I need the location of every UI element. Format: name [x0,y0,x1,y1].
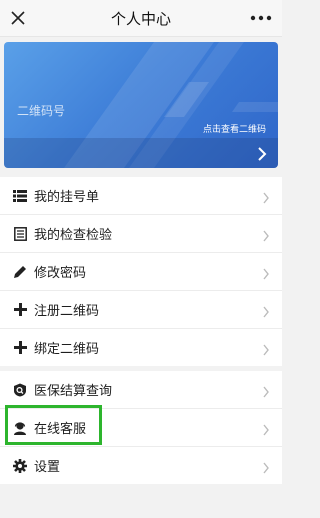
qr-code-number-label: 二维码号 [17,104,66,118]
plus-icon [12,302,28,318]
card-footer-strip [4,138,278,168]
chevron-right-icon [262,303,270,318]
more-icon[interactable] [248,8,274,28]
list-icon [12,188,28,204]
menu-item-label: 修改密码 [34,266,87,281]
pencil-icon [12,264,28,280]
chevron-right-icon [262,383,270,398]
close-icon[interactable] [8,8,28,28]
menu-item-examinations[interactable]: 我的检查检验 [0,215,282,253]
gear-icon [12,458,28,474]
menu-group-main: 我的挂号单 我的检查检验 修改密码 注册二维码 绑定二维码 [0,177,282,366]
menu-item-register-qr[interactable]: 注册二维码 [0,291,282,329]
top-bar: 个人中心 [0,0,282,37]
qr-code-card[interactable]: 二维码号 点击查看二维码 [4,42,278,168]
menu-item-registration-list[interactable]: 我的挂号单 [0,177,282,215]
menu-item-label: 我的检查检验 [34,228,113,243]
menu-item-label: 注册二维码 [34,304,100,319]
highlight-box [5,405,102,445]
menu-item-label: 医保结算查询 [34,384,113,399]
document-icon [12,226,28,242]
menu-item-bind-qr[interactable]: 绑定二维码 [0,329,282,366]
chevron-right-icon [262,265,270,280]
menu-item-insurance-query[interactable]: 医保结算查询 [0,371,282,409]
insurance-search-icon [12,382,28,398]
chevron-right-icon[interactable] [256,146,268,161]
chevron-right-icon [262,227,270,242]
menu-item-label: 绑定二维码 [34,342,100,357]
plus-icon [12,340,28,356]
menu-item-label: 设置 [34,460,61,475]
chevron-right-icon [262,421,270,436]
chevron-right-icon [262,189,270,204]
menu-item-change-password[interactable]: 修改密码 [0,253,282,291]
chevron-right-icon [262,341,270,356]
page-title: 个人中心 [110,9,171,28]
menu-item-settings[interactable]: 设置 [0,447,282,484]
view-qr-code-link[interactable]: 点击查看二维码 [203,122,266,135]
chevron-right-icon [262,459,270,474]
menu-item-label: 我的挂号单 [34,190,100,205]
